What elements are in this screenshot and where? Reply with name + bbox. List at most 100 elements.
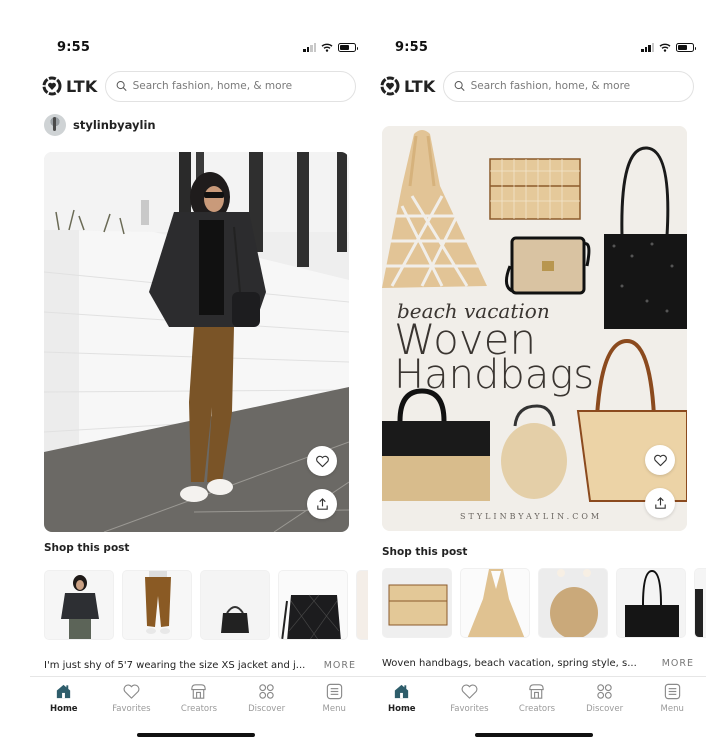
- bottom-tab-bar: Home Favorites Creators Discover Menu: [368, 682, 706, 722]
- home-indicator[interactable]: [475, 733, 593, 737]
- like-button[interactable]: [307, 446, 337, 476]
- divider: [368, 676, 706, 677]
- shop-this-post-title: Shop this post: [44, 542, 130, 554]
- search-icon: [117, 81, 128, 92]
- product-image-net-tote: [461, 569, 529, 637]
- tab-favorites[interactable]: Favorites: [98, 682, 166, 722]
- tab-menu[interactable]: Menu: [300, 682, 368, 722]
- product-image-black-tote: [617, 569, 685, 637]
- creator-row[interactable]: stylinbyaylin: [44, 114, 156, 136]
- home-indicator[interactable]: [137, 733, 255, 737]
- like-button[interactable]: [645, 445, 675, 475]
- app-header: LTK: [42, 70, 356, 102]
- post-caption[interactable]: I'm just shy of 5'7 wearing the size XS …: [44, 660, 356, 671]
- heart-icon: [123, 684, 140, 699]
- share-icon: [654, 496, 666, 509]
- share-button[interactable]: [645, 488, 675, 518]
- tab-label: Favorites: [450, 704, 489, 714]
- tab-label: Discover: [248, 704, 286, 714]
- tab-label: Discover: [586, 704, 624, 714]
- post-image[interactable]: [44, 152, 349, 532]
- product-image-joggers: [123, 571, 191, 639]
- caption-text: Woven handbags, beach vacation, spring s…: [382, 658, 637, 669]
- home-icon: [395, 684, 409, 699]
- creator-name[interactable]: stylinbyaylin: [73, 118, 156, 132]
- menu-icon: [326, 683, 342, 700]
- more-link[interactable]: MORE: [662, 658, 694, 669]
- ltk-logo[interactable]: LTK: [42, 76, 97, 96]
- product-thumbnail[interactable]: [616, 568, 686, 638]
- tab-label: Favorites: [112, 704, 151, 714]
- watermark-text: STYLINBYAYLIN.COM: [460, 512, 602, 521]
- home-icon: [57, 684, 71, 699]
- bottom-tab-bar: Home Favorites Creators Discover Menu: [30, 682, 368, 722]
- product-image-partial: [695, 569, 706, 637]
- tab-label: Menu: [322, 704, 346, 714]
- tab-discover[interactable]: Discover: [571, 682, 639, 722]
- product-thumbnail[interactable]: [122, 570, 192, 640]
- product-image-jacket: [45, 571, 113, 639]
- product-thumbnail[interactable]: [694, 568, 706, 638]
- post-image[interactable]: beach vacation Woven Handbags STYLINBYAY…: [382, 126, 687, 531]
- tab-creators[interactable]: Creators: [165, 682, 233, 722]
- shop-this-post-title: Shop this post: [382, 546, 468, 558]
- tab-favorites[interactable]: Favorites: [436, 682, 504, 722]
- share-button[interactable]: [307, 489, 337, 519]
- product-carousel[interactable]: [44, 570, 368, 640]
- search-input[interactable]: [470, 80, 683, 92]
- storefront-icon: [529, 684, 545, 699]
- search-bar[interactable]: [105, 70, 356, 102]
- wifi-icon: [659, 43, 671, 52]
- tab-label: Menu: [660, 704, 684, 714]
- battery-icon: [676, 43, 696, 52]
- tab-home[interactable]: Home: [30, 682, 98, 722]
- status-time: 9:55: [57, 40, 91, 55]
- phone-screen-left: 9:55 LTK stylinbyaylin: [30, 0, 368, 752]
- tab-creators[interactable]: Creators: [503, 682, 571, 722]
- creator-avatar[interactable]: [44, 114, 66, 136]
- tab-label: Home: [388, 704, 416, 714]
- tab-label: Creators: [180, 704, 218, 714]
- grid-icon: [597, 684, 612, 699]
- product-carousel[interactable]: [382, 568, 706, 638]
- product-image-basket-bag: [539, 569, 607, 637]
- ltk-logo-icon: [380, 76, 400, 96]
- app-header: LTK: [380, 70, 694, 102]
- post-caption[interactable]: Woven handbags, beach vacation, spring s…: [382, 658, 694, 669]
- product-thumbnail[interactable]: [356, 570, 368, 640]
- tab-label: Creators: [518, 704, 556, 714]
- product-thumbnail[interactable]: [278, 570, 348, 640]
- menu-icon: [664, 683, 680, 700]
- ltk-logo[interactable]: LTK: [380, 76, 435, 96]
- tab-discover[interactable]: Discover: [233, 682, 301, 722]
- logo-text: LTK: [66, 76, 98, 96]
- more-link[interactable]: MORE: [324, 660, 356, 671]
- phone-screen-right: 9:55 LTK Search fashion, home, & more be…: [368, 0, 706, 752]
- post-photo: [44, 152, 349, 532]
- divider: [30, 676, 368, 677]
- wifi-icon: [321, 43, 333, 52]
- tab-home[interactable]: Home: [368, 682, 436, 722]
- status-icons: [641, 43, 696, 52]
- product-image-partial: [357, 571, 368, 639]
- product-thumbnail[interactable]: [460, 568, 530, 638]
- logo-text: LTK: [404, 76, 436, 96]
- search-bar[interactable]: [443, 70, 694, 102]
- product-thumbnail[interactable]: [200, 570, 270, 640]
- ltk-logo-icon: [42, 76, 62, 96]
- storefront-icon: [191, 684, 207, 699]
- tab-menu[interactable]: Menu: [638, 682, 706, 722]
- search-input[interactable]: [132, 80, 345, 92]
- signal-icon: [641, 43, 654, 52]
- product-thumbnail[interactable]: [538, 568, 608, 638]
- product-thumbnail[interactable]: [44, 570, 114, 640]
- post-collage: beach vacation Woven Handbags STYLINBYAY…: [382, 126, 687, 531]
- product-image-bucket-bag-closeup: [279, 571, 347, 639]
- status-bar: 9:55: [368, 38, 706, 60]
- product-image-bucket-bag: [201, 571, 269, 639]
- product-image-rattan-clutch: [383, 569, 451, 637]
- search-icon: [455, 81, 466, 92]
- product-thumbnail[interactable]: [382, 568, 452, 638]
- status-bar: 9:55: [30, 38, 368, 60]
- heart-icon: [461, 684, 478, 699]
